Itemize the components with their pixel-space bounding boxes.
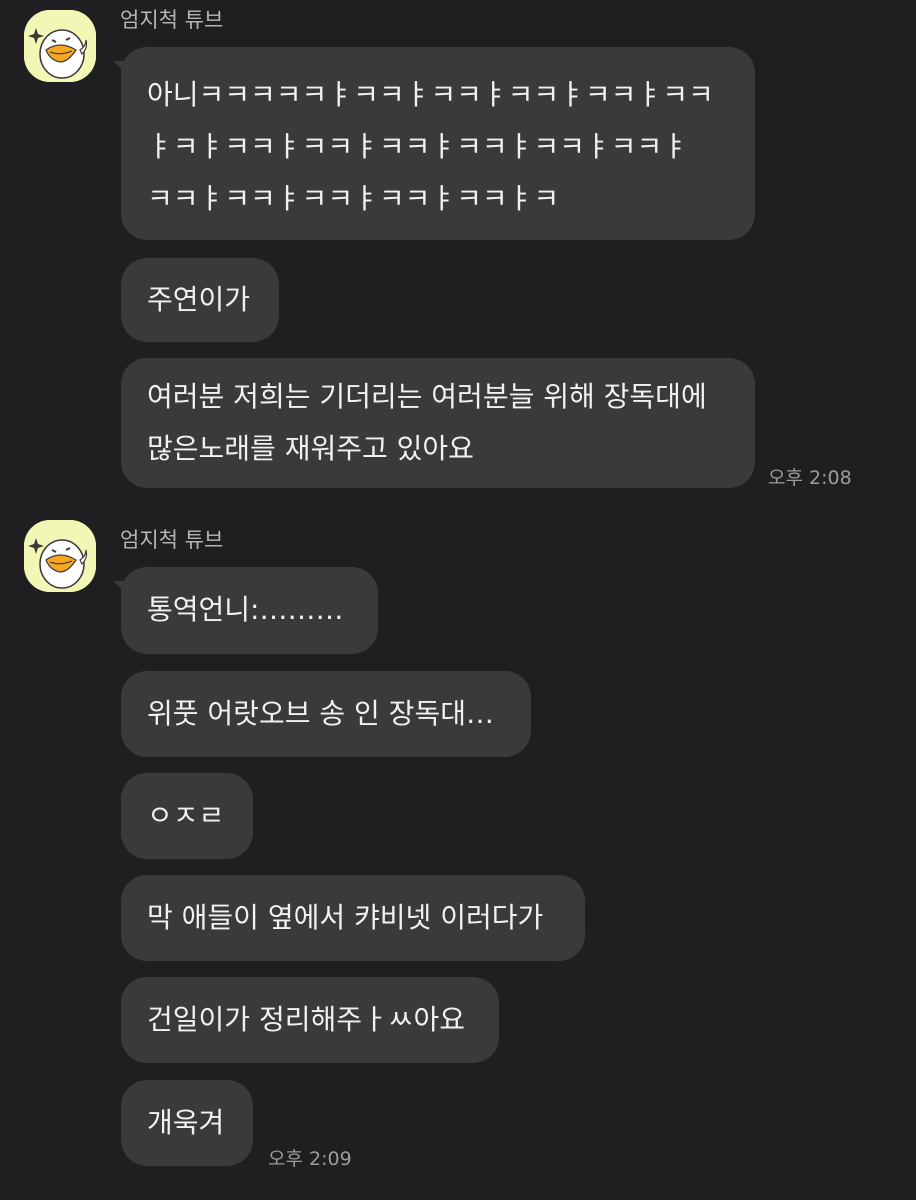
message-bubble[interactable]: 주연이가 <box>121 258 279 342</box>
message-bubble[interactable]: 위풋 어랏오브 송 인 장독대… <box>121 671 531 757</box>
sender-name: 엄지척 튜브 <box>120 528 224 552</box>
message-bubble[interactable]: ㅇㅈㄹ <box>121 773 253 859</box>
sender-name: 엄지척 튜브 <box>120 8 224 32</box>
message-text: ㅇㅈㄹ <box>147 799 225 832</box>
message-bubble[interactable]: 개욱겨 <box>121 1080 253 1166</box>
message-bubble[interactable]: 통역언니:……… <box>113 567 378 654</box>
tube-character-icon <box>24 520 96 592</box>
tube-character-icon <box>24 10 96 82</box>
message-text: 통역언니:……… <box>147 593 344 626</box>
message-text: 많은노래를 재워주고 있아요 <box>147 432 474 465</box>
message-bubble[interactable]: 막 애들이 옆에서 캬비넷 이러다가 <box>121 875 585 961</box>
message-bubble[interactable]: 여러분 저희는 기더리는 여러분늘 위해 장독대에 많은노래를 재워주고 있아요 <box>121 358 755 488</box>
message-text: ㅑㅋㅑㅋㅋㅑㅋㅋㅑㅋㅋㅑㅋㅋㅑㅋㅋㅑㅋㅋㅑ <box>147 130 688 163</box>
message-bubble[interactable]: 건일이가 정리해주ㅏㅆ아요 <box>121 977 499 1063</box>
message-text: 위풋 어랏오브 송 인 장독대… <box>147 697 494 730</box>
message-text: 여러분 저희는 기더리는 여러분늘 위해 장독대에 <box>147 380 707 413</box>
message-text: 주연이가 <box>147 283 251 316</box>
message-text: 개욱겨 <box>147 1106 225 1139</box>
message-bubble[interactable]: 아니ㅋㅋㅋㅋㅋㅑㅋㅋㅑㅋㅋㅑㅋㅋㅑㅋㅋㅑㅋㅋ ㅑㅋㅑㅋㅋㅑㅋㅋㅑㅋㅋㅑㅋㅋㅑㅋㅋ… <box>113 47 755 240</box>
sender-avatar[interactable] <box>24 10 96 82</box>
sender-avatar[interactable] <box>24 520 96 592</box>
message-text: 아니ㅋㅋㅋㅋㅋㅑㅋㅋㅑㅋㅋㅑㅋㅋㅑㅋㅋㅑㅋㅋ <box>147 78 714 111</box>
message-text: 건일이가 정리해주ㅏㅆ아요 <box>147 1003 466 1036</box>
message-text: ㅋㅋㅑㅋㅋㅑㅋㅋㅑㅋㅋㅑㅋㅋㅑㅋ <box>147 182 560 215</box>
message-text: 막 애들이 옆에서 캬비넷 이러다가 <box>147 901 544 934</box>
message-timestamp: 오후 2:09 <box>268 1148 352 1170</box>
message-timestamp: 오후 2:08 <box>768 467 852 489</box>
